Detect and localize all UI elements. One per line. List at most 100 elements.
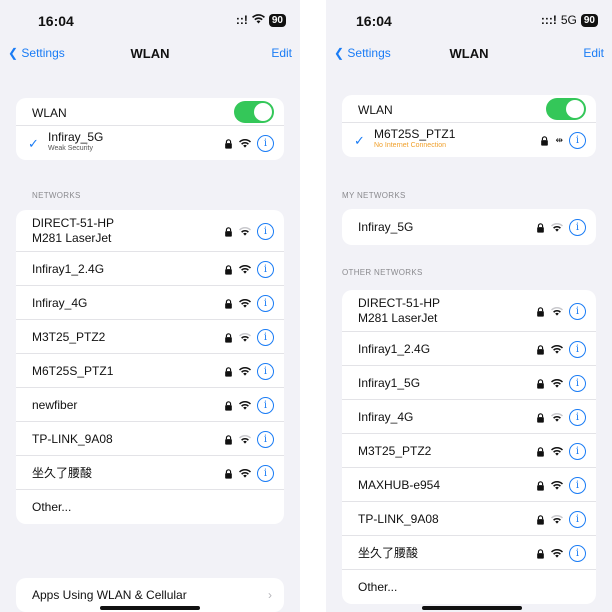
network-row[interactable]: Infiray1_2.4G i: [342, 332, 596, 366]
lock-icon: [537, 378, 544, 389]
wifi-icon: [551, 413, 563, 422]
lock-icon: [537, 446, 544, 457]
lock-icon: [225, 226, 232, 237]
status-time: 16:04: [356, 13, 392, 29]
wifi-status-icon: [251, 13, 265, 27]
info-icon[interactable]: i: [569, 511, 586, 528]
info-icon[interactable]: i: [257, 431, 274, 448]
left-screen: 16:04 ::! 90 ❮ Settings WLAN Edit WLAN ✓…: [0, 0, 300, 612]
network-row[interactable]: Infiray_5G i: [342, 209, 596, 245]
wifi-icon: [239, 265, 251, 274]
info-icon[interactable]: i: [569, 303, 586, 320]
network-name: Infiray_4G: [32, 296, 88, 310]
network-name: Infiray_4G: [358, 410, 414, 424]
wifi-icon: [551, 307, 563, 316]
info-icon[interactable]: i: [257, 363, 274, 380]
network-name: M3T25_PTZ2: [32, 330, 106, 344]
wifi-icon: [239, 333, 251, 342]
network-row[interactable]: DIRECT-51-HP M281 LaserJet i: [16, 210, 284, 252]
network-name: 坐久了腰酸: [32, 466, 93, 480]
network-name: DIRECT-51-HP M281 LaserJet: [358, 296, 441, 325]
home-indicator: [422, 606, 522, 610]
network-row[interactable]: 坐久了腰酸 i: [16, 456, 284, 490]
connected-network-status: Weak Security: [48, 145, 93, 152]
network-name: Infiray1_5G: [358, 376, 421, 390]
info-icon[interactable]: i: [257, 135, 274, 152]
network-name: Infiray1_2.4G: [358, 342, 431, 356]
network-row[interactable]: MAXHUB-e954 i: [342, 468, 596, 502]
info-icon[interactable]: i: [569, 443, 586, 460]
network-row[interactable]: newfiber i: [16, 388, 284, 422]
lock-icon: [537, 514, 544, 525]
info-icon[interactable]: i: [257, 465, 274, 482]
network-name: DIRECT-51-HP M281 LaserJet: [32, 216, 115, 245]
wifi-icon: [551, 223, 563, 232]
info-icon[interactable]: i: [569, 219, 586, 236]
info-icon[interactable]: i: [257, 329, 274, 346]
network-row[interactable]: TP-LINK_9A08 i: [16, 422, 284, 456]
wifi-icon: [239, 401, 251, 410]
chevron-right-icon: ›: [268, 588, 272, 602]
lock-icon: [225, 400, 232, 411]
page-title: WLAN: [130, 46, 170, 61]
my-networks-header: MY NETWORKS: [342, 191, 406, 200]
network-row[interactable]: DIRECT-51-HP M281 LaserJet i: [342, 290, 596, 332]
network-type-label: 5G: [560, 13, 577, 27]
network-row[interactable]: M3T25_PTZ2 i: [16, 320, 284, 354]
connected-network-name: Infiray_5G: [48, 130, 104, 144]
network-row[interactable]: TP-LINK_9A08 i: [342, 502, 596, 536]
info-icon[interactable]: i: [569, 409, 586, 426]
info-icon[interactable]: i: [569, 477, 586, 494]
battery-icon: 90: [580, 13, 598, 27]
other-network-row[interactable]: Other...: [16, 490, 284, 524]
my-networks-list: Infiray_5G i: [342, 209, 596, 245]
network-row[interactable]: M3T25_PTZ2 i: [342, 434, 596, 468]
edit-button[interactable]: Edit: [271, 46, 292, 60]
info-icon[interactable]: i: [569, 375, 586, 392]
other-network-row[interactable]: Other...: [342, 570, 596, 604]
other-networks-list: DIRECT-51-HP M281 LaserJet i Infiray1_2.4G…: [342, 290, 596, 604]
wlan-toggle[interactable]: [234, 101, 274, 123]
network-row[interactable]: Infiray1_2.4G i: [16, 252, 284, 286]
network-name: TP-LINK_9A08: [358, 512, 439, 526]
edit-button[interactable]: Edit: [583, 46, 604, 60]
wlan-card: WLAN ✓ Infiray_5G Weak Security i: [16, 98, 284, 160]
apps-using-label: Apps Using WLAN & Cellular: [32, 588, 187, 602]
info-icon[interactable]: i: [569, 341, 586, 358]
wifi-icon: [239, 367, 251, 376]
wifi-icon: [239, 469, 251, 478]
connected-network-row[interactable]: ✓ M6T25S_PTZ1 No Internet Connection ⇹ i: [342, 123, 596, 157]
network-row[interactable]: M6T25S_PTZ1 i: [16, 354, 284, 388]
info-icon[interactable]: i: [569, 545, 586, 562]
network-name: M6T25S_PTZ1: [32, 364, 114, 378]
wifi-icon: [551, 345, 563, 354]
networks-list: DIRECT-51-HP M281 LaserJet i Infiray1_2.4G…: [16, 210, 284, 524]
wifi-icon: [239, 227, 251, 236]
info-icon[interactable]: i: [257, 223, 274, 240]
status-icons: ::! 90: [236, 13, 286, 27]
network-row[interactable]: Infiray_4G i: [342, 400, 596, 434]
checkmark-icon: ✓: [28, 136, 39, 151]
connected-network-row[interactable]: ✓ Infiray_5G Weak Security i: [16, 126, 284, 160]
other-networks-header: OTHER NETWORKS: [342, 268, 423, 277]
wlan-toggle[interactable]: [546, 98, 586, 120]
no-internet-icon: ⇹: [555, 135, 563, 145]
network-row[interactable]: 坐久了腰酸 i: [342, 536, 596, 570]
network-name: Infiray1_2.4G: [32, 262, 105, 276]
lock-icon: [541, 135, 549, 146]
home-indicator: [100, 606, 200, 610]
info-icon[interactable]: i: [257, 261, 274, 278]
lock-icon: [225, 332, 232, 343]
info-icon[interactable]: i: [257, 397, 274, 414]
wifi-icon: [551, 515, 563, 524]
info-icon[interactable]: i: [257, 295, 274, 312]
info-icon[interactable]: i: [569, 132, 586, 149]
wifi-icon: [551, 447, 563, 456]
wlan-label: WLAN: [32, 106, 67, 120]
network-row[interactable]: Infiray1_5G i: [342, 366, 596, 400]
network-row[interactable]: Infiray_4G i: [16, 286, 284, 320]
network-name: Infiray_5G: [358, 220, 414, 234]
network-name: M3T25_PTZ2: [358, 444, 432, 458]
lock-icon: [537, 306, 544, 317]
wifi-icon: [239, 299, 251, 308]
